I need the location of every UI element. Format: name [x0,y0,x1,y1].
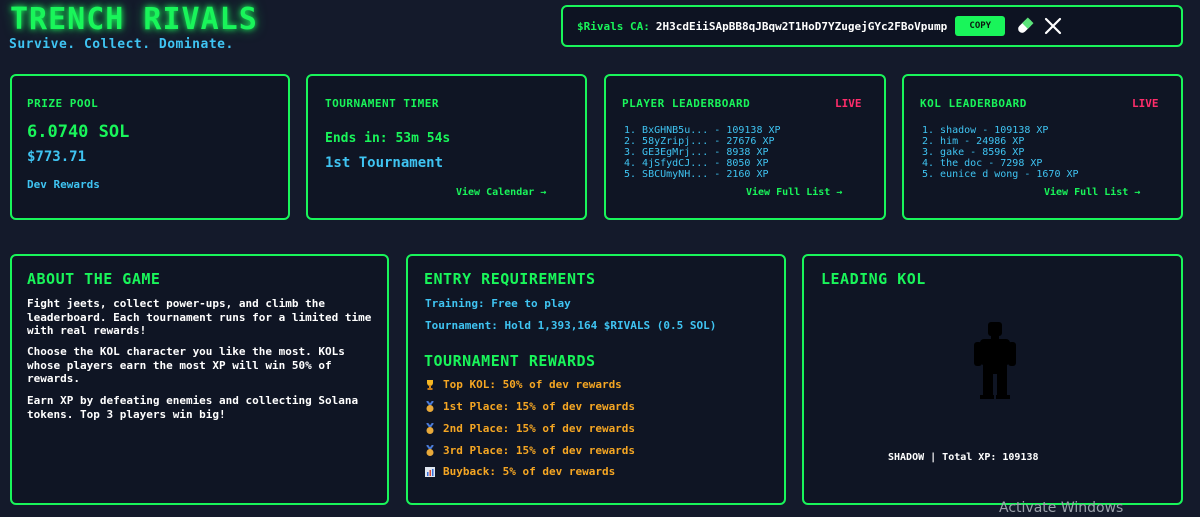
activate-windows-watermark: Activate Windows [999,500,1124,516]
list-item: 4. 4jSfydCJ... - 8050 XP [624,158,769,169]
about-paragraph: Choose the KOL character you like the mo… [27,345,345,385]
ca-value[interactable]: 2H3cdEiiSApBB8qJBqw2T1HoD7YZugejGYc2FBoV… [656,20,947,33]
training-requirement: Training: Free to play [425,297,571,310]
tournament-timer-card: TOURNAMENT TIMER Ends in: 53m 54s 1st To… [306,74,587,220]
tournament-rewards-title: TOURNAMENT REWARDS [424,352,596,370]
x-logo-icon[interactable] [1043,16,1063,36]
timer-countdown: Ends in: 53m 54s [325,131,451,146]
list-item: 3. GE3EgMrj... - 8938 XP [624,147,769,158]
kol-leaderboard-list: 1. shadow - 109138 XP 2. him - 24986 XP … [922,125,1079,180]
view-calendar-link[interactable]: View Calendar → [456,187,546,198]
entry-requirements-title: ENTRY REQUIREMENTS [424,270,596,288]
reward-row: Top KOL: 50% of dev rewards [425,378,622,391]
prize-pool-card: PRIZE POOL 6.0740 SOL $773.71 Dev Reward… [10,74,290,220]
list-item: 5. SBCUmyNH... - 2160 XP [624,169,769,180]
reward-row: Buyback: 5% of dev rewards [425,465,615,478]
prize-pool-usd: $773.71 [27,149,87,165]
copy-button[interactable]: COPY [955,16,1006,36]
reward-row: 1st Place: 15% of dev rewards [425,400,635,413]
reward-text: Buyback: 5% of dev rewards [443,465,616,478]
kol-character-sprite [970,320,1020,400]
list-item: 2. him - 24986 XP [922,136,1025,147]
leading-kol-title: LEADING KOL [821,270,926,288]
list-item: 2. 58yZripj... - 27676 XP [624,136,775,147]
app-tagline: Survive. Collect. Dominate. [9,37,234,52]
about-title: ABOUT THE GAME [27,270,161,288]
live-badge: LIVE [1132,97,1159,110]
prize-pool-caption: Dev Rewards [27,178,100,191]
reward-text: Top KOL: 50% of dev rewards [443,378,622,391]
leading-kol-card: LEADING KOL SHADOW | Total XP: 109138 [802,254,1183,505]
live-badge: LIVE [835,97,862,110]
list-item: 5. eunice d wong - 1670 XP [922,169,1079,180]
reward-row: 2nd Place: 15% of dev rewards [425,422,635,435]
reward-text: 3rd Place: 15% of dev rewards [443,444,636,457]
medal-icon [425,400,435,413]
medal-icon [425,422,435,435]
about-paragraph: Fight jeets, collect power-ups, and clim… [27,297,372,337]
entry-requirements-card: ENTRY REQUIREMENTS Training: Free to pla… [406,254,786,505]
view-full-list-link[interactable]: View Full List → [746,187,842,198]
app-title: TRENCH RIVALS [10,2,258,37]
reward-text: 2nd Place: 15% of dev rewards [443,422,636,435]
chart-icon [425,466,435,478]
list-item: 1. shadow - 109138 XP [922,125,1049,136]
medal-icon [425,444,435,457]
contract-address-bar: $Rivals CA: 2H3cdEiiSApBB8qJBqw2T1HoD7YZ… [561,5,1183,47]
view-full-list-link[interactable]: View Full List → [1044,187,1140,198]
about-paragraph: Earn XP by defeating enemies and collect… [27,394,359,421]
reward-text: 1st Place: 15% of dev rewards [443,400,636,413]
prize-pool-sol: 6.0740 SOL [27,122,130,142]
prize-pool-title: PRIZE POOL [27,97,99,110]
kol-leaderboard-title: KOL LEADERBOARD [920,97,1027,110]
tournament-timer-title: TOURNAMENT TIMER [325,97,439,110]
player-leaderboard-card: PLAYER LEADERBOARD LIVE 1. BxGHNB5u... -… [604,74,886,220]
list-item: 3. gake - 8596 XP [922,147,1025,158]
about-card: ABOUT THE GAME Fight jeets, collect powe… [10,254,389,505]
tournament-name: 1st Tournament [325,155,444,171]
player-leaderboard-title: PLAYER LEADERBOARD [622,97,751,110]
player-leaderboard-list: 1. BxGHNB5u... - 109138 XP 2. 58yZripj..… [624,125,781,180]
list-item: 1. BxGHNB5u... - 109138 XP [624,125,781,136]
pill-icon[interactable] [1015,16,1035,36]
kol-leaderboard-card: KOL LEADERBOARD LIVE 1. shadow - 109138 … [902,74,1183,220]
trophy-icon [425,379,435,391]
reward-row: 3rd Place: 15% of dev rewards [425,444,635,457]
ca-label: $Rivals CA: [577,19,650,33]
leading-kol-caption: SHADOW | Total XP: 109138 [888,452,1039,463]
tournament-requirement: Tournament: Hold 1,393,164 $RIVALS (0.5 … [425,319,717,332]
list-item: 4. the doc - 7298 XP [922,158,1043,169]
